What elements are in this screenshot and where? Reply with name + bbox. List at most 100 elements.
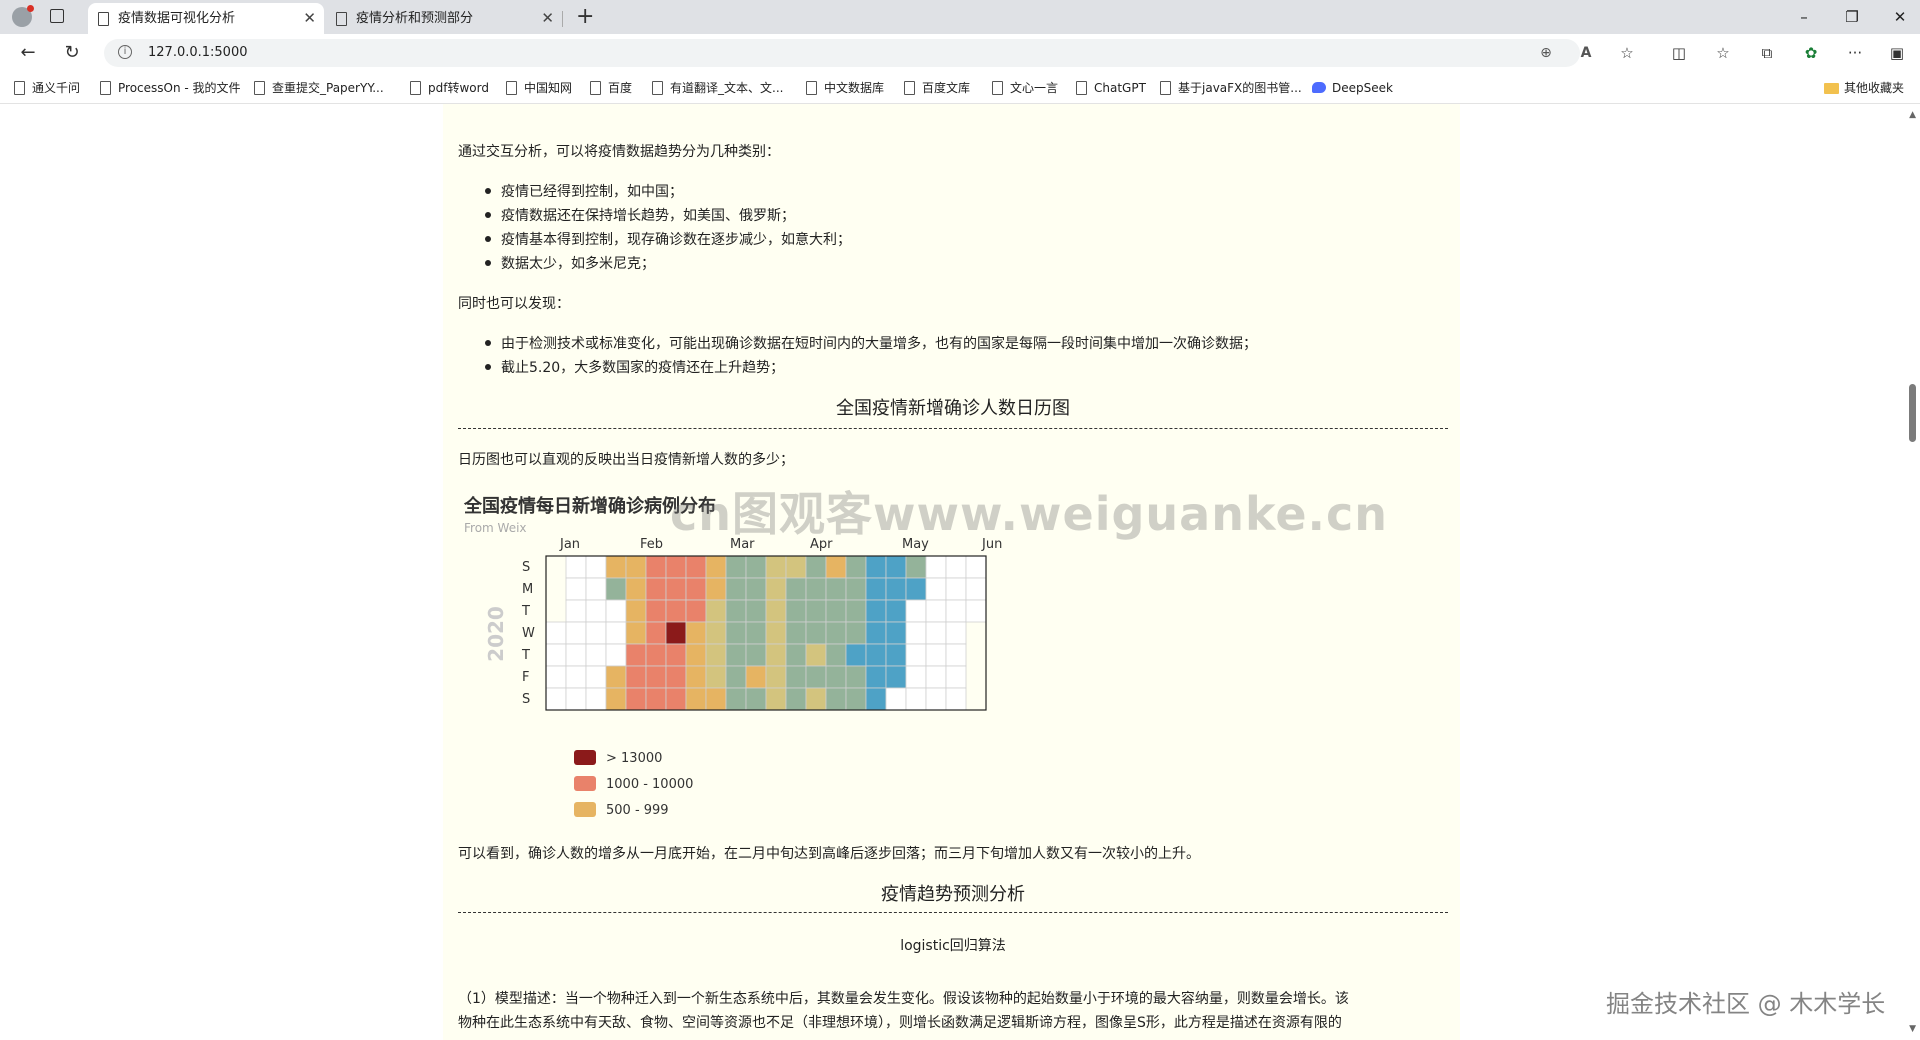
- calendar-day-cell[interactable]: [925, 665, 947, 689]
- calendar-day-cell[interactable]: [645, 577, 667, 601]
- calendar-day-cell[interactable]: [565, 555, 587, 579]
- calendar-day-cell[interactable]: [805, 643, 827, 667]
- calendar-day-cell[interactable]: [765, 665, 787, 689]
- calendar-day-cell[interactable]: [865, 687, 887, 711]
- calendar-day-cell[interactable]: [785, 665, 807, 689]
- calendar-day-cell[interactable]: [865, 599, 887, 623]
- calendar-day-cell[interactable]: [785, 599, 807, 623]
- bookmark-item[interactable]: 通义千问: [12, 72, 80, 104]
- calendar-day-cell[interactable]: [665, 555, 687, 579]
- calendar-day-cell[interactable]: [645, 643, 667, 667]
- calendar-day-cell[interactable]: [645, 555, 667, 579]
- collections-icon[interactable]: ⧉: [1756, 43, 1778, 63]
- calendar-day-cell[interactable]: [725, 599, 747, 623]
- calendar-day-cell[interactable]: [965, 599, 987, 623]
- calendar-day-cell[interactable]: [885, 555, 907, 579]
- calendar-day-cell[interactable]: [645, 665, 667, 689]
- calendar-day-cell[interactable]: [905, 599, 927, 623]
- calendar-day-cell[interactable]: [725, 643, 747, 667]
- calendar-day-cell[interactable]: [945, 687, 967, 711]
- calendar-day-cell[interactable]: [825, 643, 847, 667]
- calendar-day-cell[interactable]: [925, 577, 947, 601]
- calendar-day-cell[interactable]: [805, 577, 827, 601]
- calendar-day-cell[interactable]: [785, 577, 807, 601]
- close-tab-icon[interactable]: ✕: [541, 3, 554, 34]
- calendar-day-cell[interactable]: [845, 621, 867, 645]
- calendar-day-cell[interactable]: [585, 555, 607, 579]
- calendar-day-cell[interactable]: [765, 555, 787, 579]
- calendar-day-cell[interactable]: [685, 621, 707, 645]
- calendar-day-cell[interactable]: [565, 599, 587, 623]
- calendar-day-cell[interactable]: [545, 687, 567, 711]
- calendar-day-cell[interactable]: [665, 577, 687, 601]
- calendar-day-cell[interactable]: [705, 599, 727, 623]
- scroll-down-arrow-icon[interactable]: ▼: [1909, 1024, 1916, 1034]
- calendar-day-cell[interactable]: [765, 599, 787, 623]
- calendar-day-cell[interactable]: [585, 643, 607, 667]
- legend-swatch[interactable]: [574, 750, 596, 765]
- calendar-day-cell[interactable]: [905, 621, 927, 645]
- calendar-day-cell[interactable]: [745, 621, 767, 645]
- calendar-day-cell[interactable]: [885, 599, 907, 623]
- calendar-day-cell[interactable]: [785, 555, 807, 579]
- calendar-day-cell[interactable]: [945, 577, 967, 601]
- bookmark-item[interactable]: 查重提交_PaperYY...: [252, 72, 384, 104]
- bookmark-item[interactable]: ChatGPT: [1074, 72, 1146, 104]
- address-bar[interactable]: i 127.0.0.1:5000 ⊕ A: [104, 39, 1591, 67]
- calendar-day-cell[interactable]: [745, 599, 767, 623]
- calendar-day-cell[interactable]: [965, 555, 987, 579]
- calendar-day-cell[interactable]: [585, 687, 607, 711]
- url-text[interactable]: 127.0.0.1:5000: [148, 39, 248, 67]
- calendar-day-cell[interactable]: [765, 643, 787, 667]
- calendar-day-cell[interactable]: [725, 577, 747, 601]
- bookmark-deepseek[interactable]: DeepSeek: [1312, 72, 1393, 104]
- calendar-day-cell[interactable]: [805, 687, 827, 711]
- calendar-day-cell[interactable]: [605, 599, 627, 623]
- calendar-day-cell[interactable]: [805, 665, 827, 689]
- calendar-day-cell[interactable]: [905, 577, 927, 601]
- calendar-day-cell[interactable]: [945, 599, 967, 623]
- calendar-day-cell[interactable]: [545, 665, 567, 689]
- calendar-day-cell[interactable]: [585, 665, 607, 689]
- calendar-day-cell[interactable]: [685, 555, 707, 579]
- calendar-day-cell[interactable]: [665, 599, 687, 623]
- split-screen-icon[interactable]: ◫: [1668, 43, 1690, 63]
- calendar-day-cell[interactable]: [705, 555, 727, 579]
- calendar-day-cell[interactable]: [665, 687, 687, 711]
- calendar-day-cell[interactable]: [705, 621, 727, 645]
- calendar-day-cell[interactable]: [885, 577, 907, 601]
- site-info-icon[interactable]: i: [118, 45, 132, 59]
- page-scrollbar[interactable]: [1904, 104, 1920, 1040]
- calendar-day-cell[interactable]: [825, 577, 847, 601]
- calendar-day-cell[interactable]: [845, 643, 867, 667]
- calendar-day-cell[interactable]: [625, 643, 647, 667]
- calendar-day-cell[interactable]: [565, 621, 587, 645]
- calendar-day-cell[interactable]: [585, 577, 607, 601]
- bookmark-item[interactable]: 文心一言: [990, 72, 1058, 104]
- calendar-day-cell[interactable]: [685, 687, 707, 711]
- calendar-day-cell[interactable]: [905, 643, 927, 667]
- workspaces-icon[interactable]: [50, 9, 64, 23]
- calendar-day-cell[interactable]: [865, 621, 887, 645]
- calendar-day-cell[interactable]: [885, 621, 907, 645]
- calendar-day-cell[interactable]: [625, 665, 647, 689]
- calendar-day-cell[interactable]: [945, 555, 967, 579]
- calendar-day-cell[interactable]: [705, 643, 727, 667]
- profile-avatar-icon[interactable]: [12, 5, 34, 27]
- calendar-day-cell[interactable]: [745, 643, 767, 667]
- calendar-day-cell[interactable]: [725, 687, 747, 711]
- calendar-day-cell[interactable]: [565, 577, 587, 601]
- calendar-day-cell[interactable]: [705, 577, 727, 601]
- calendar-day-cell[interactable]: [845, 665, 867, 689]
- calendar-day-cell[interactable]: [765, 621, 787, 645]
- calendar-day-cell[interactable]: [665, 643, 687, 667]
- calendar-day-cell[interactable]: [605, 643, 627, 667]
- calendar-day-cell[interactable]: [585, 599, 607, 623]
- calendar-day-cell[interactable]: [885, 665, 907, 689]
- calendar-day-cell[interactable]: [865, 577, 887, 601]
- calendar-day-cell[interactable]: [805, 599, 827, 623]
- back-icon[interactable]: ←: [16, 41, 40, 65]
- calendar-day-cell[interactable]: [565, 687, 587, 711]
- calendar-day-cell[interactable]: [645, 621, 667, 645]
- calendar-day-cell[interactable]: [945, 665, 967, 689]
